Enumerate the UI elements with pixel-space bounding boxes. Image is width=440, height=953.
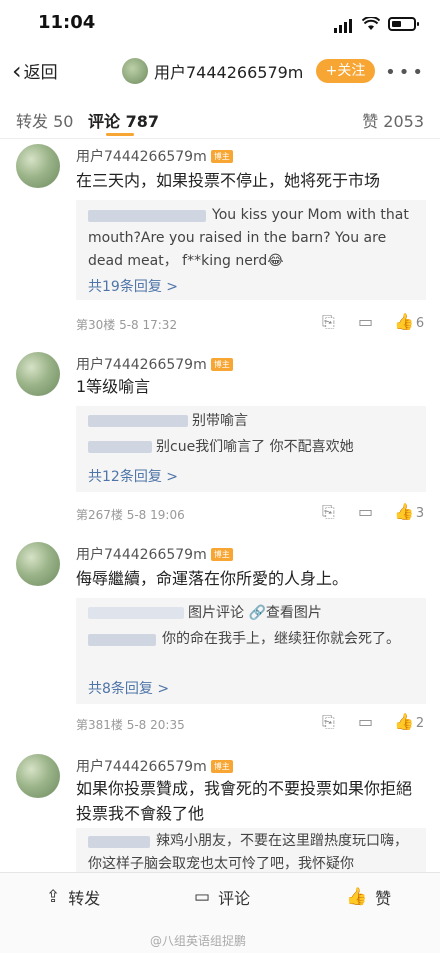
thumb-up-icon: 👍 bbox=[394, 712, 414, 731]
comment-item: 用户7444266579m 博主 侮辱繼續，命運落在你所愛的人身上。 图片评论 … bbox=[0, 536, 440, 736]
comment-label: 评论 bbox=[218, 889, 251, 908]
comment-item: 用户7444266579m 博主 如果你投票贊成，我會死的不要投票如果你拒絕投票… bbox=[0, 748, 440, 872]
more-replies-link[interactable]: 共12条回复 > bbox=[88, 466, 178, 486]
like-button[interactable]: 👍 3 bbox=[394, 502, 424, 521]
reply-box[interactable]: You kiss your Mom with that mouth?Are yo… bbox=[76, 200, 426, 300]
more-replies-link[interactable]: 共19条回复 > bbox=[88, 276, 178, 296]
nav-bar: ‹ 返回 用户7444266579m +关注 ••• bbox=[0, 48, 440, 94]
tab-repost[interactable]: 转发 50 bbox=[16, 108, 73, 132]
like-count: 6 bbox=[415, 316, 425, 331]
comment-text: 1等级喻言 bbox=[76, 377, 151, 396]
comment-user[interactable]: 用户7444266579m 博主 bbox=[76, 544, 233, 564]
back-button[interactable]: ‹ 返回 bbox=[12, 56, 58, 85]
thumb-up-icon: 👍 bbox=[394, 502, 414, 521]
repost-icon: ⇪ bbox=[46, 887, 61, 907]
comment-text: 在三天内，如果投票不停止，她将死于市场 bbox=[76, 171, 381, 190]
tab-likes[interactable]: 赞 2053 bbox=[362, 108, 424, 132]
reply-line: 图片评论 🔗查看图片 bbox=[88, 602, 418, 625]
avatar[interactable] bbox=[16, 352, 60, 396]
author-badge: 博主 bbox=[210, 547, 233, 561]
reply-line: 别cue我们喻言了 你不配喜欢她 bbox=[88, 436, 418, 459]
comment-user[interactable]: 用户7444266579m 博主 bbox=[76, 756, 233, 776]
redacted-username bbox=[88, 415, 188, 427]
avatar[interactable] bbox=[16, 542, 60, 586]
reply-box[interactable]: 辣鸡小朋友，不要在这里蹭热度玩口嗨，你这样子脑会取宠也太可怜了吧，我怀疑你 bbox=[76, 828, 426, 872]
avatar[interactable] bbox=[16, 754, 60, 798]
comment-meta: 第267楼 5-8 19:06 bbox=[76, 508, 185, 522]
comment-text: 如果你投票贊成，我會死的不要投票如果你拒絕投票我不會殺了他 bbox=[76, 779, 413, 823]
comment-item: 用户7444266579m 博主 1等级喻言 别带喻言 别cue我们喻言了 你不… bbox=[0, 346, 440, 526]
tab-comments[interactable]: 评论 787 bbox=[88, 108, 159, 132]
wifi-icon bbox=[362, 16, 380, 30]
battery-icon bbox=[388, 16, 419, 31]
signal-icon bbox=[334, 14, 354, 33]
comment-username: 用户7444266579m bbox=[76, 149, 207, 165]
comment-user[interactable]: 用户7444266579m 博主 bbox=[76, 146, 233, 166]
avatar bbox=[122, 58, 148, 84]
redacted-username bbox=[88, 836, 150, 848]
redacted-username bbox=[88, 607, 184, 619]
comment-icon[interactable]: ▭ bbox=[358, 312, 373, 331]
redacted-username bbox=[88, 634, 156, 646]
comment-username: 用户7444266579m bbox=[76, 357, 207, 373]
like-count: 3 bbox=[415, 506, 425, 521]
comment-meta: 第30楼 5-8 17:32 bbox=[76, 318, 178, 332]
status-icons bbox=[334, 14, 419, 33]
comment-item: 用户7444266579m 博主 在三天内，如果投票不停止，她将死于市场 You… bbox=[0, 140, 440, 340]
status-time: 11:04 bbox=[38, 12, 96, 33]
reply-line: 别带喻言 bbox=[88, 410, 418, 433]
like-count: 2 bbox=[415, 716, 425, 731]
view-image-link[interactable]: 图片评论 🔗查看图片 bbox=[188, 605, 322, 621]
comment-text: 侮辱繼續，命運落在你所愛的人身上。 bbox=[76, 569, 349, 588]
chevron-left-icon: ‹ bbox=[12, 56, 22, 85]
tab-bar: 转发 50 评论 787 赞 2053 bbox=[0, 96, 440, 139]
more-icon[interactable]: ••• bbox=[385, 62, 426, 83]
thumb-up-icon: 👍 bbox=[346, 887, 368, 907]
follow-button[interactable]: +关注 bbox=[316, 59, 375, 83]
like-button[interactable]: 👍 2 bbox=[394, 712, 424, 731]
reply-box[interactable]: 别带喻言 别cue我们喻言了 你不配喜欢她 共12条回复 > bbox=[76, 406, 426, 492]
author-badge: 博主 bbox=[210, 759, 233, 773]
share-icon[interactable]: ⎘ bbox=[322, 502, 335, 522]
tab-active-indicator bbox=[106, 133, 134, 136]
comment-icon[interactable]: ▭ bbox=[358, 712, 373, 731]
avatar[interactable] bbox=[16, 144, 60, 188]
watermark: @八组英语组捉鹏 bbox=[150, 934, 247, 948]
share-icon[interactable]: ⎘ bbox=[322, 712, 335, 732]
reply-box[interactable]: 图片评论 🔗查看图片 你的命在我手上，继续狂你就会死了。 共8条回复 > bbox=[76, 598, 426, 704]
comment-username: 用户7444266579m bbox=[76, 759, 207, 775]
share-icon[interactable]: ⎘ bbox=[322, 312, 335, 332]
author-badge: 博主 bbox=[210, 357, 233, 371]
like-label: 赞 bbox=[375, 889, 392, 908]
comment-user[interactable]: 用户7444266579m 博主 bbox=[76, 354, 233, 374]
comment-meta: 第381楼 5-8 20:35 bbox=[76, 718, 185, 732]
like-button[interactable]: 👍 赞 bbox=[346, 885, 391, 909]
back-label: 返回 bbox=[23, 63, 58, 83]
comment-icon: ▭ bbox=[194, 887, 211, 907]
comment-button[interactable]: ▭ 评论 bbox=[194, 885, 250, 909]
author-badge: 博主 bbox=[210, 149, 233, 163]
nav-username: 用户7444266579m bbox=[154, 63, 304, 82]
thumb-up-icon: 👍 bbox=[394, 312, 414, 331]
redacted-username bbox=[88, 210, 206, 222]
more-replies-link[interactable]: 共8条回复 > bbox=[88, 678, 169, 698]
comment-icon[interactable]: ▭ bbox=[358, 502, 373, 521]
like-button[interactable]: 👍 6 bbox=[394, 312, 424, 331]
repost-button[interactable]: ⇪ 转发 bbox=[46, 885, 100, 909]
comment-username: 用户7444266579m bbox=[76, 547, 207, 563]
repost-label: 转发 bbox=[68, 889, 101, 908]
nav-user[interactable]: 用户7444266579m bbox=[122, 58, 303, 84]
status-bar: 11:04 bbox=[0, 0, 440, 48]
redacted-username bbox=[88, 441, 152, 453]
